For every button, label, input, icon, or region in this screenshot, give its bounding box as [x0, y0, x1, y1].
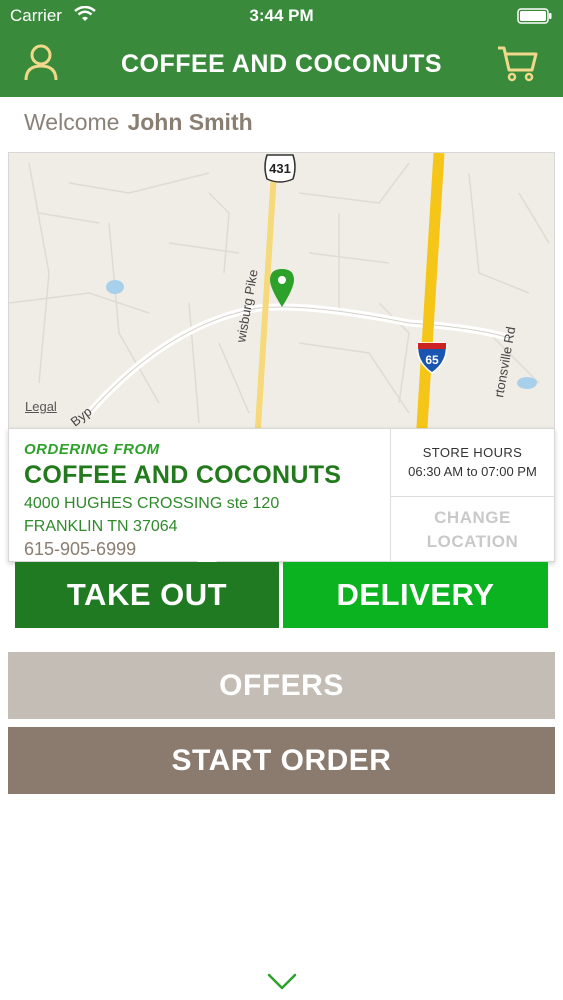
- store-info-card: ORDERING FROM COFFEE AND COCONUTS 4000 H…: [8, 428, 555, 571]
- map-canvas: 431 65 wisburg Pike rtonsville Rd Byp: [9, 153, 554, 441]
- start-order-button[interactable]: START ORDER: [8, 727, 555, 794]
- store-address-line1: 4000 HUGHES CROSSING ste 120: [24, 495, 280, 512]
- interstate-shield-label: 65: [425, 353, 439, 367]
- app-header: Carrier 3:44 PM COFFEE AND COCONUTS: [0, 0, 563, 97]
- store-details: ORDERING FROM COFFEE AND COCONUTS 4000 H…: [9, 429, 390, 561]
- water-body: [517, 377, 537, 389]
- store-hours-title: STORE HOURS: [422, 445, 523, 460]
- route-shield-label: 431: [269, 161, 291, 176]
- store-name: COFFEE AND COCONUTS: [24, 461, 342, 489]
- change-location-label-line2: LOCATION: [426, 531, 519, 551]
- ordering-from-label: ORDERING FROM: [24, 441, 160, 458]
- store-hours: STORE HOURS 06:30 AM to 07:00 PM: [391, 429, 554, 497]
- status-time: 3:44 PM: [249, 6, 314, 25]
- store-phone[interactable]: 615-905-6999: [24, 539, 390, 560]
- store-address: 4000 HUGHES CROSSING ste 120 FRANKLIN TN…: [24, 492, 390, 538]
- welcome-message: Welcome John Smith: [24, 109, 253, 136]
- welcome-label: Welcome: [24, 109, 120, 135]
- water-body: [106, 280, 124, 294]
- user-name: John Smith: [127, 109, 253, 135]
- nav-bar: COFFEE AND COCONUTS: [0, 32, 563, 97]
- store-hours-value: 06:30 AM to 07:00 PM: [408, 464, 537, 479]
- change-location-label-line1: CHANGE: [434, 507, 511, 527]
- map-legal-link[interactable]: Legal: [25, 399, 57, 414]
- battery-icon: [517, 8, 552, 24]
- route-shield: 431: [264, 154, 296, 183]
- chevron-down-icon[interactable]: [266, 972, 298, 992]
- offers-button[interactable]: OFFERS: [8, 652, 555, 719]
- status-bar: Carrier 3:44 PM: [0, 0, 563, 32]
- store-address-line2: FRANKLIN TN 37064: [24, 518, 178, 535]
- delivery-button[interactable]: DELIVERY: [283, 562, 548, 628]
- store-map[interactable]: 431 65 wisburg Pike rtonsville Rd Byp Le…: [8, 152, 555, 442]
- nav-title: COFFEE AND COCONUTS: [120, 50, 443, 78]
- change-location-button[interactable]: CHANGE LOCATION: [391, 498, 554, 561]
- store-side-panel: STORE HOURS 06:30 AM to 07:00 PM CHANGE …: [391, 429, 554, 561]
- cart-icon[interactable]: [496, 44, 540, 82]
- take-out-button[interactable]: TAKE OUT: [15, 562, 279, 628]
